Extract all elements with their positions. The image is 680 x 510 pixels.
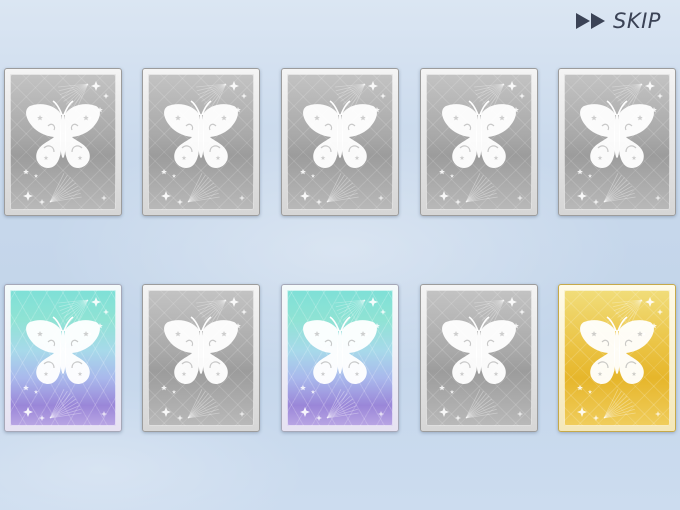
card-face <box>10 74 116 210</box>
skip-label: SKIP <box>613 9 661 33</box>
card-7[interactable] <box>142 284 260 432</box>
butterfly-emblem <box>577 297 663 421</box>
fast-forward-icon <box>576 13 605 29</box>
card-face <box>148 290 254 426</box>
butterfly-emblem <box>23 81 109 205</box>
card-2[interactable] <box>142 68 260 216</box>
card-10[interactable] <box>558 284 676 432</box>
card-face <box>148 74 254 210</box>
butterfly-emblem <box>161 297 247 421</box>
butterfly-emblem <box>577 81 663 205</box>
card-row-top <box>4 68 678 216</box>
card-8[interactable] <box>281 284 399 432</box>
card-face <box>426 290 532 426</box>
card-1[interactable] <box>4 68 122 216</box>
butterfly-emblem <box>439 81 525 205</box>
card-face <box>287 74 393 210</box>
butterfly-emblem <box>439 297 525 421</box>
card-6[interactable] <box>4 284 122 432</box>
butterfly-emblem <box>300 81 386 205</box>
butterfly-emblem <box>23 297 109 421</box>
card-face <box>564 290 670 426</box>
card-4[interactable] <box>420 68 538 216</box>
butterfly-emblem <box>161 81 247 205</box>
card-5[interactable] <box>558 68 676 216</box>
butterfly-emblem <box>300 297 386 421</box>
skip-button[interactable]: SKIP <box>575 8 661 34</box>
card-face <box>287 290 393 426</box>
card-3[interactable] <box>281 68 399 216</box>
card-row-bottom <box>4 284 678 432</box>
card-face <box>564 74 670 210</box>
card-face <box>10 290 116 426</box>
card-face <box>426 74 532 210</box>
card-9[interactable] <box>420 284 538 432</box>
